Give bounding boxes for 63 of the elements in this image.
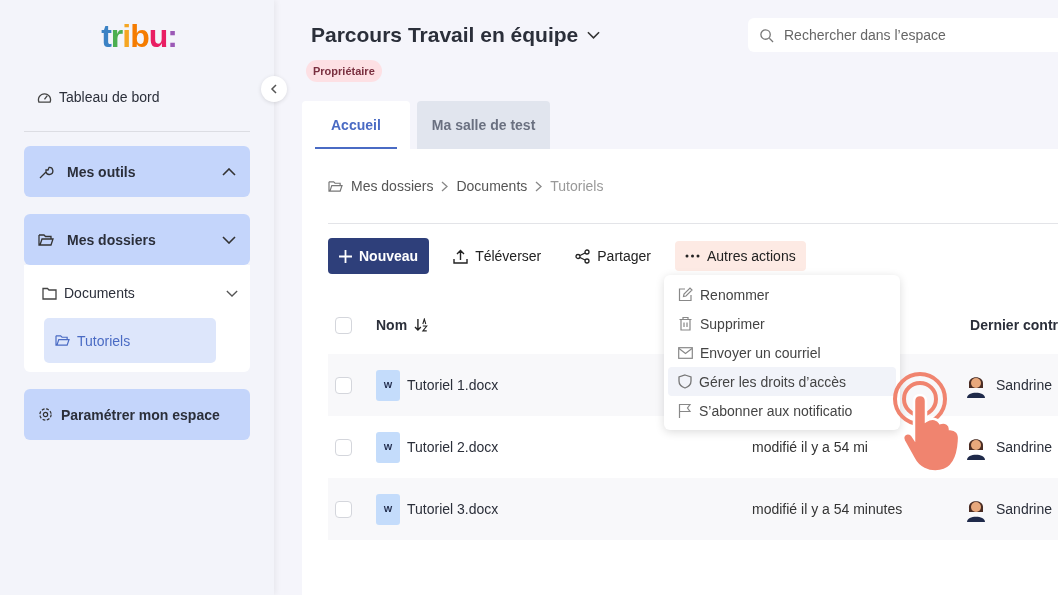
new-button[interactable]: Nouveau: [328, 238, 430, 274]
owner-name: Sandrine: [996, 439, 1053, 455]
modified-date: modifié il y a 54 minutes: [752, 501, 903, 517]
breadcrumb-link[interactable]: Mes dossiers: [351, 178, 434, 194]
search-field[interactable]: Rechercher dans l’espace: [748, 18, 1058, 52]
plus-icon: [339, 249, 352, 263]
word-file-icon: W: [376, 369, 400, 401]
chevron-icon: [226, 289, 238, 297]
folder-icon: [328, 179, 343, 193]
share-button[interactable]: Partager: [565, 241, 661, 271]
collapse-button[interactable]: [261, 76, 287, 102]
settings-button[interactable]: Paramétrer mon espace: [24, 389, 250, 440]
role-badge: Propriétaire: [306, 60, 382, 82]
upload-button[interactable]: Téléverser: [443, 241, 552, 271]
chevron-icon: [441, 180, 449, 192]
word-file-icon: W: [376, 431, 400, 463]
menu-item[interactable]: S’abonner aux notificatio: [668, 396, 896, 425]
checkbox[interactable]: [335, 438, 352, 456]
section-header[interactable]: Mes outils: [24, 146, 250, 197]
chevron-icon: [587, 31, 601, 39]
chevron-icon: [535, 180, 543, 192]
file-name[interactable]: Tutoriel 2.docx: [407, 439, 752, 455]
column-header[interactable]: Dernier contr: [970, 317, 1058, 333]
breadcrumb-link[interactable]: Documents: [456, 178, 528, 194]
tab[interactable]: Ma salle de test: [416, 101, 551, 149]
checkbox[interactable]: [335, 500, 352, 518]
settings-icon: [38, 407, 53, 422]
tree-item[interactable]: Documents: [24, 273, 250, 313]
section-header[interactable]: Mes dossiers: [24, 214, 250, 265]
owner-name: Sandrine: [996, 377, 1053, 393]
sort-icon[interactable]: [414, 318, 428, 332]
chevron-left-icon: [268, 83, 280, 95]
folder-icon: [38, 232, 54, 247]
checkbox[interactable]: [335, 316, 352, 334]
folder-icon: [42, 286, 57, 300]
chevron-icon: [222, 235, 236, 244]
logo: tribu:: [101, 17, 177, 56]
pencil-icon: [678, 287, 693, 302]
file-name[interactable]: Tutoriel 3.docx: [407, 501, 752, 517]
trash-icon: [678, 316, 693, 331]
folder-icon: [55, 334, 70, 347]
checkbox[interactable]: [335, 376, 352, 394]
modified-date: modifié il y a 54 mi: [752, 439, 868, 455]
menu-item[interactable]: Renommer: [668, 280, 896, 309]
space-title[interactable]: Parcours Travail en équipe: [311, 18, 601, 52]
dashboard-link[interactable]: Tableau de bord: [37, 86, 250, 108]
more-actions-button[interactable]: Autres actions: [674, 241, 806, 271]
share-icon: [575, 248, 591, 264]
menu-item[interactable]: Gérer les droits d’accès: [668, 367, 896, 396]
chevron-icon: [222, 167, 236, 176]
column-header[interactable]: Nom: [376, 317, 408, 333]
gauge-icon: [37, 90, 52, 104]
tree-item[interactable]: Tutoriels: [44, 318, 216, 363]
owner-name: Sandrine: [996, 501, 1053, 517]
mail-icon: [678, 346, 693, 359]
menu-item[interactable]: Envoyer un courriel: [668, 338, 896, 367]
word-file-icon: W: [376, 493, 400, 525]
tab[interactable]: Accueil: [302, 101, 410, 149]
upload-icon: [453, 248, 469, 264]
flag-icon: [678, 403, 692, 418]
more-icon: [684, 254, 700, 258]
shield-icon: [678, 374, 692, 389]
menu-item[interactable]: Supprimer: [668, 309, 896, 338]
